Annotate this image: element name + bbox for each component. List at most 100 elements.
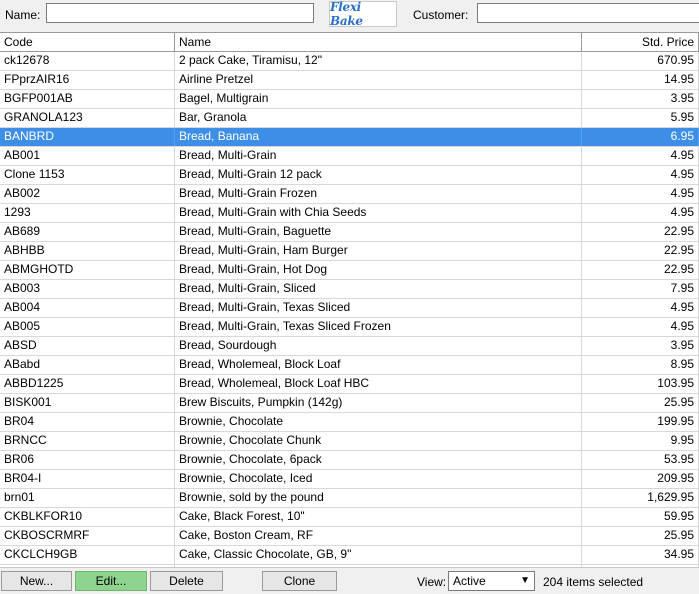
table-row[interactable]: AB001 Bread, Multi-Grain 4.95 (0, 147, 699, 166)
cell-code: Clone 1153 (0, 166, 175, 184)
cell-name: Brownie, Chocolate (175, 413, 582, 431)
cell-code: ABabd (0, 356, 175, 374)
cell-price: 9.95 (582, 432, 699, 450)
cell-code: ABHBB (0, 242, 175, 260)
table-row[interactable]: ABBD1225 Bread, Wholemeal, Block Loaf HBC… (0, 375, 699, 394)
table-row[interactable]: BGFP001AB Bagel, Multigrain 3.95 (0, 90, 699, 109)
table-row[interactable]: FPprzAIR16 Airline Pretzel 14.95 (0, 71, 699, 90)
cell-code: GRANOLA123 (0, 109, 175, 127)
table-row[interactable]: AB002 Bread, Multi-Grain Frozen 4.95 (0, 185, 699, 204)
action-bar: New... Edit... Delete Clone View: Active… (0, 567, 699, 594)
cell-name: Bread, Multi-Grain Frozen (175, 185, 582, 203)
cell-name: Bread, Multi-Grain (175, 147, 582, 165)
cell-name: Cake, Black Forest, 10" (175, 508, 582, 526)
cell-price: 4.95 (582, 147, 699, 165)
cell-name: Bar, Granola (175, 109, 582, 127)
table-row[interactable]: AB004 Bread, Multi-Grain, Texas Sliced 4.9… (0, 299, 699, 318)
table-row[interactable]: BR04 Brownie, Chocolate 199.95 (0, 413, 699, 432)
customer-input[interactable] (477, 3, 699, 23)
delete-button[interactable]: Delete (150, 571, 223, 591)
table-row[interactable]: GRANOLA123 Bar, Granola 5.95 (0, 109, 699, 128)
cell-name: Bagel, Multigrain (175, 90, 582, 108)
cell-name: Brownie, sold by the pound (175, 489, 582, 507)
cell-price: 1,629.95 (582, 489, 699, 507)
table-row[interactable]: 1293 Bread, Multi-Grain with Chia Seeds 4.… (0, 204, 699, 223)
cell-price: 5.95 (582, 109, 699, 127)
cell-code: BISK001 (0, 394, 175, 412)
cell-name: Brownie, Chocolate, 6pack (175, 451, 582, 469)
cell-name: Bread, Banana (175, 128, 582, 146)
table-row[interactable]: BR06 Brownie, Chocolate, 6pack 53.95 (0, 451, 699, 470)
cell-name: Cake, Boston Cream, RF (175, 527, 582, 545)
cell-code: AB002 (0, 185, 175, 203)
cell-price: 22.95 (582, 261, 699, 279)
cell-price: 209.95 (582, 470, 699, 488)
products-table: Code Name Std. Price ck12678 2 pack Cake,… (0, 32, 699, 568)
view-label: View: (417, 575, 447, 589)
table-row[interactable]: AB003 Bread, Multi-Grain, Sliced 7.95 (0, 280, 699, 299)
view-select-value: Active (453, 574, 486, 588)
cell-code: AB689 (0, 223, 175, 241)
view-select[interactable]: Active ▼ (448, 571, 535, 591)
cell-code: ck12678 (0, 52, 175, 70)
cell-code: ABMGHOTD (0, 261, 175, 279)
cell-name: Bread, Multi-Grain, Sliced (175, 280, 582, 298)
cell-price: 199.95 (582, 413, 699, 431)
table-row[interactable]: AB689 Bread, Multi-Grain, Baguette 22.95 (0, 223, 699, 242)
table-row[interactable]: BISK001 Brew Biscuits, Pumpkin (142g) 25.9… (0, 394, 699, 413)
cell-name: Brew Biscuits, Pumpkin (142g) (175, 394, 582, 412)
cell-price: 4.95 (582, 318, 699, 336)
table-row[interactable]: BR04-I Brownie, Chocolate, Iced 209.95 (0, 470, 699, 489)
logo-text: Flexi Bake (330, 0, 363, 28)
cell-name: Airline Pretzel (175, 71, 582, 89)
table-row[interactable]: CKCLCH9GB Cake, Classic Chocolate, GB, 9"… (0, 546, 699, 565)
cell-name: Bread, Multi-Grain, Hot Dog (175, 261, 582, 279)
table-row[interactable]: BRNCC Brownie, Chocolate Chunk 9.95 (0, 432, 699, 451)
table-row[interactable]: ABSD Bread, Sourdough 3.95 (0, 337, 699, 356)
new-button[interactable]: New... (1, 571, 72, 591)
table-row[interactable]: ABMGHOTD Bread, Multi-Grain, Hot Dog 22.95 (0, 261, 699, 280)
cell-code: 1293 (0, 204, 175, 222)
cell-price: 670.95 (582, 52, 699, 70)
cell-price: 25.95 (582, 527, 699, 545)
cell-price: 59.95 (582, 508, 699, 526)
cell-name: Bread, Multi-Grain, Texas Sliced Frozen (175, 318, 582, 336)
cell-price: 4.95 (582, 166, 699, 184)
cell-price: 7.95 (582, 280, 699, 298)
cell-code: AB005 (0, 318, 175, 336)
cell-code: CKCLCH9GB (0, 546, 175, 564)
table-row[interactable]: Clone 1153 Bread, Multi-Grain 12 pack 4.95 (0, 166, 699, 185)
name-label: Name: (5, 8, 41, 22)
filter-bar: Name: Flexi Bake Customer: (0, 0, 699, 32)
cell-code: BR04 (0, 413, 175, 431)
table-body: ck12678 2 pack Cake, Tiramisu, 12" 670.95 F… (0, 52, 699, 568)
table-row[interactable]: BANBRD Bread, Banana 6.95 (0, 128, 699, 147)
cell-name: Bread, Multi-Grain, Texas Sliced (175, 299, 582, 317)
table-row[interactable]: CKBLKFOR10 Cake, Black Forest, 10" 59.95 (0, 508, 699, 527)
cell-price: 6.95 (582, 128, 699, 146)
cell-price: 53.95 (582, 451, 699, 469)
customer-label: Customer: (413, 8, 469, 22)
table-row[interactable]: ABabd Bread, Wholemeal, Block Loaf 8.95 (0, 356, 699, 375)
column-header-name[interactable]: Name (175, 33, 582, 51)
cell-name: Bread, Multi-Grain with Chia Seeds (175, 204, 582, 222)
table-header: Code Name Std. Price (0, 33, 699, 52)
name-input[interactable] (46, 3, 314, 23)
edit-button[interactable]: Edit... (75, 571, 147, 591)
cell-code: ABSD (0, 337, 175, 355)
table-row[interactable]: brn01 Brownie, sold by the pound 1,629.95 (0, 489, 699, 508)
table-row[interactable]: ABHBB Bread, Multi-Grain, Ham Burger 22.95 (0, 242, 699, 261)
table-row[interactable]: CKBOSCRMRF Cake, Boston Cream, RF 25.95 (0, 527, 699, 546)
cell-name: Bread, Multi-Grain 12 pack (175, 166, 582, 184)
cell-price: 14.95 (582, 71, 699, 89)
cell-code: BR04-I (0, 470, 175, 488)
table-row[interactable]: AB005 Bread, Multi-Grain, Texas Sliced Fr… (0, 318, 699, 337)
clone-button[interactable]: Clone (262, 571, 337, 591)
cell-name: Brownie, Chocolate, Iced (175, 470, 582, 488)
cell-code: AB003 (0, 280, 175, 298)
cell-code: BGFP001AB (0, 90, 175, 108)
column-header-price[interactable]: Std. Price (582, 33, 699, 51)
column-header-code[interactable]: Code (0, 33, 175, 51)
table-row[interactable]: ck12678 2 pack Cake, Tiramisu, 12" 670.95 (0, 52, 699, 71)
cell-price: 103.95 (582, 375, 699, 393)
